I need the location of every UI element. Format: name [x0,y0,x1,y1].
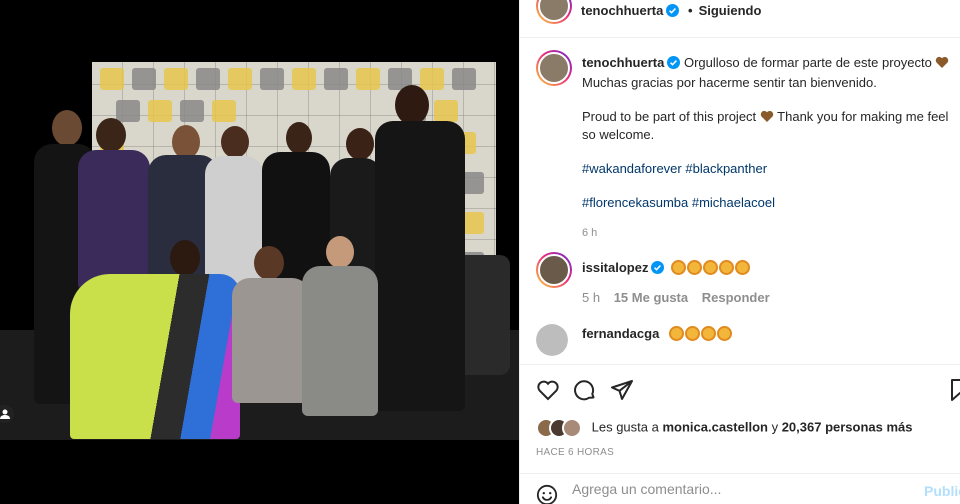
caption-author-avatar[interactable] [536,50,572,86]
post-caption: tenochhuerta Orgulloso de formar parte d… [582,54,960,242]
post-header: tenochhuerta • Siguiendo [520,0,960,38]
post-photo[interactable] [0,0,519,504]
emoji-icon[interactable] [536,484,558,504]
hashtag-link[interactable]: #blackpanther [685,161,767,176]
comment-username[interactable]: fernandacga [582,326,659,341]
comment-meta: 5 h 15 Me gusta Responder [582,290,770,305]
liker-avatars [536,418,584,438]
publish-button[interactable]: Publicar [924,483,960,499]
commenter-avatar[interactable] [536,252,572,288]
comment-age: 5 h [582,290,601,305]
brown-heart-icon [760,110,774,123]
author-username[interactable]: tenochhuerta [581,3,663,18]
liker-username[interactable]: monica.castellon [662,419,767,434]
share-icon[interactable] [610,378,634,405]
hashtag-link[interactable]: #wakandaforever [582,161,682,176]
verified-badge-icon [666,4,680,20]
caption-line: Muchas gracias por hacerme sentir tan bi… [582,75,877,90]
caption-age: 6 h [582,227,598,239]
caption-username[interactable]: tenochhuerta [582,55,664,70]
hashtag-link[interactable]: #florencekasumba [582,195,688,210]
likes-middle: y [771,419,779,435]
caption-line: Orgulloso de formar parte de este proyec… [683,55,932,70]
hashtag-link[interactable]: #michaelacoel [692,195,775,210]
comment-input[interactable] [572,481,902,497]
heart-icon[interactable] [536,378,560,405]
comment: issitalopez [582,260,751,277]
likes-prefix: Les gusta a [591,419,659,435]
add-comment-bar: Publicar [520,473,960,504]
comment: fernandacga [582,326,733,341]
photo-letterbox [0,440,519,504]
clapping-hands-icon [668,326,733,341]
comment-icon[interactable] [573,378,597,405]
verified-badge-icon [667,56,681,74]
verified-badge-icon [651,261,665,277]
post-details-panel: tenochhuerta • Siguiendo tenochhuerta Org… [519,0,960,504]
clapping-hands-icon [671,260,751,275]
brown-heart-icon [935,56,949,69]
comments-list[interactable]: tenochhuerta Orgulloso de formar parte d… [520,38,960,364]
author-avatar[interactable] [536,0,572,24]
likes-summary: Les gusta a monica.castellon y 20,367 pe… [536,418,913,438]
reply-button[interactable]: Responder [702,290,770,305]
comment-username[interactable]: issitalopez [582,260,648,275]
commenter-avatar[interactable] [536,324,568,356]
post-time[interactable]: HACE 6 HORAS [536,447,614,458]
separator-dot: • [688,3,693,18]
caption-line: Proud to be part of this project [582,109,757,124]
likes-count[interactable]: 20,367 personas más [782,419,913,434]
bookmark-icon[interactable] [950,378,960,405]
comment-likes[interactable]: 15 Me gusta [614,290,688,305]
following-button[interactable]: Siguiendo [699,3,762,18]
